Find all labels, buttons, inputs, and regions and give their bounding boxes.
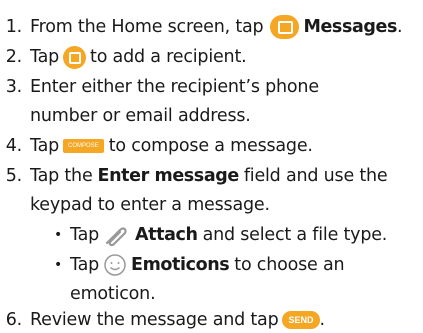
messages-icon bbox=[270, 15, 300, 39]
compose-button-image: COMPOSE bbox=[63, 139, 104, 153]
emoticon-icon bbox=[104, 254, 126, 276]
messages-label: Messages bbox=[303, 17, 397, 37]
bullet-text: Tap Emoticons to choose an bbox=[70, 253, 345, 277]
step-text: Enter either the recipient’s phone bbox=[30, 77, 319, 97]
step-text-part: to add a recipient. bbox=[90, 47, 247, 67]
step-text: From the Home screen, tap Messages . bbox=[30, 15, 403, 39]
compose-icon bbox=[63, 45, 87, 69]
send-button-image: SEND bbox=[282, 311, 320, 329]
bullet-dot: • bbox=[54, 227, 63, 243]
step-text: Tap to add a recipient. bbox=[30, 45, 247, 69]
step-text-part: From the Home screen, tap bbox=[30, 17, 264, 37]
step-text-part: to compose a message. bbox=[108, 136, 313, 156]
step-text-part: Tap the bbox=[30, 166, 93, 186]
step-text: keypad to enter a message. bbox=[30, 195, 270, 215]
step-number: 2. bbox=[5, 47, 22, 67]
bullet-dot: • bbox=[54, 257, 63, 273]
step-text: number or email address. bbox=[30, 106, 251, 126]
step-text: Review the message and tap SEND . bbox=[30, 310, 325, 330]
step-text: Tap the Enter message field and use the bbox=[30, 166, 388, 186]
paperclip-icon bbox=[105, 227, 127, 247]
bullet-text-part: Tap bbox=[70, 255, 100, 275]
step-number: 6. bbox=[5, 310, 22, 330]
step-number: 3. bbox=[5, 77, 22, 97]
bullet-text: Tap Attach and select a file type. bbox=[70, 223, 387, 247]
step-text: Tap COMPOSE to compose a message. bbox=[30, 136, 313, 156]
step-number: 4. bbox=[5, 136, 22, 156]
punct: . bbox=[397, 17, 403, 37]
bullet-text-part: Tap bbox=[70, 225, 100, 245]
bullet-text-part: to choose an bbox=[234, 255, 345, 275]
step-number: 1. bbox=[5, 17, 22, 37]
enter-message-label: Enter message bbox=[97, 166, 240, 186]
step-text-part: Tap bbox=[30, 47, 60, 67]
bullet-text: emoticon. bbox=[70, 284, 156, 304]
punct: . bbox=[319, 310, 326, 330]
bullet-text-part: and select a file type. bbox=[202, 225, 388, 245]
attach-label: Attach bbox=[135, 225, 198, 245]
step-text-part: field and use the bbox=[243, 166, 388, 186]
step-text-part: Tap bbox=[30, 136, 60, 156]
step-text-part: Review the message and tap bbox=[30, 310, 279, 330]
step-number: 5. bbox=[5, 166, 22, 186]
emoticons-label: Emoticons bbox=[131, 255, 230, 275]
